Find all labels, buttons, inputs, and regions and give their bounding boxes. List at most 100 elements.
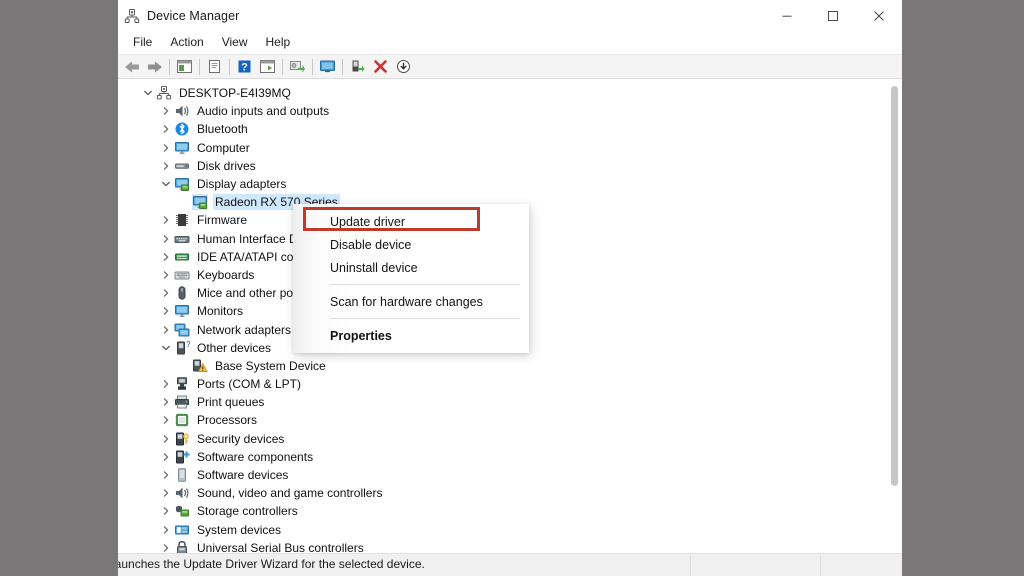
chevron-right-icon[interactable] <box>158 540 174 553</box>
system-device-icon <box>174 522 190 538</box>
chevron-right-icon[interactable] <box>158 503 174 519</box>
chevron-right-icon[interactable] <box>158 376 174 392</box>
tree-item[interactable]: Storage controllers <box>118 502 878 520</box>
context-menu-item[interactable]: Scan for hardware changes <box>293 290 529 313</box>
chevron-right-icon[interactable] <box>158 394 174 410</box>
speaker-icon <box>174 103 190 119</box>
tree-item[interactable]: Sound, video and game controllers <box>118 484 878 502</box>
tree-item[interactable]: Display adapters <box>118 175 878 193</box>
update-driver-icon[interactable] <box>286 56 309 78</box>
chevron-right-icon[interactable] <box>158 322 174 338</box>
context-menu-separator <box>330 318 520 319</box>
tree-item-label: Firmware <box>197 213 247 228</box>
uninstall-device-icon[interactable] <box>369 56 392 78</box>
chevron-right-icon[interactable] <box>158 431 174 447</box>
properties-icon[interactable] <box>203 56 226 78</box>
toolbar-separator <box>312 58 313 75</box>
title-bar[interactable]: Device Manager <box>118 0 902 31</box>
view-icon[interactable] <box>256 56 279 78</box>
tree-item[interactable]: Ports (COM & LPT) <box>118 375 878 393</box>
tree-item[interactable]: Bluetooth <box>118 120 878 138</box>
display-adapter-icon <box>174 176 190 192</box>
tree-item[interactable]: Print queues <box>118 393 878 411</box>
tree-item[interactable]: Processors <box>118 411 878 429</box>
menu-help[interactable]: Help <box>257 33 300 52</box>
tree-item-label: Keyboards <box>197 267 255 282</box>
keyboard-icon <box>174 267 190 283</box>
status-bar: Launches the Update Driver Wizard for th… <box>118 553 902 576</box>
tree-item[interactable]: Computer <box>118 139 878 157</box>
mouse-icon <box>174 285 190 301</box>
tree-item[interactable]: Universal Serial Bus controllers <box>118 539 878 553</box>
tree-item[interactable]: Base System Device <box>118 357 878 375</box>
enable-device-icon[interactable] <box>346 56 369 78</box>
chevron-right-icon[interactable] <box>158 121 174 137</box>
tree-item-label: Monitors <box>197 304 244 319</box>
processor-icon <box>174 412 190 428</box>
maximize-icon[interactable] <box>810 0 856 31</box>
context-menu-item[interactable]: Properties <box>293 324 529 347</box>
chevron-right-icon[interactable] <box>158 303 174 319</box>
context-menu-item[interactable]: Uninstall device <box>293 256 529 279</box>
chevron-right-icon[interactable] <box>158 285 174 301</box>
tree-item-label: Bluetooth <box>197 122 248 137</box>
menu-action[interactable]: Action <box>161 33 212 52</box>
tree-item-label: Print queues <box>197 395 265 410</box>
security-device-icon <box>174 431 190 447</box>
close-icon[interactable] <box>856 0 902 31</box>
tree-item[interactable]: Audio inputs and outputs <box>118 102 878 120</box>
chevron-right-icon[interactable] <box>158 449 174 465</box>
tree-item-label: Ports (COM & LPT) <box>197 377 302 392</box>
chevron-right-icon[interactable] <box>158 140 174 156</box>
context-menu-separator <box>330 284 520 285</box>
tree-item-label: Universal Serial Bus controllers <box>197 540 364 553</box>
chevron-right-icon[interactable] <box>158 212 174 228</box>
download-icon[interactable] <box>392 56 415 78</box>
chevron-right-icon[interactable] <box>158 412 174 428</box>
chevron-right-icon[interactable] <box>158 249 174 265</box>
context-menu-item[interactable]: Update driver <box>293 210 529 233</box>
menu-file[interactable]: File <box>124 33 161 52</box>
chevron-right-icon[interactable] <box>158 522 174 538</box>
vertical-scrollbar[interactable] <box>886 80 902 553</box>
svg-text:?: ? <box>186 340 190 349</box>
firmware-icon <box>174 212 190 228</box>
chevron-right-icon[interactable] <box>158 158 174 174</box>
tree-item[interactable]: Disk drives <box>118 157 878 175</box>
tree-item[interactable]: System devices <box>118 521 878 539</box>
chevron-right-icon[interactable] <box>158 103 174 119</box>
chevron-down-icon[interactable] <box>158 176 174 192</box>
tree-item-label: Audio inputs and outputs <box>197 104 330 119</box>
scan-for-hardware-changes-icon[interactable] <box>316 56 339 78</box>
show-hide-console-tree-icon[interactable] <box>173 56 196 78</box>
chevron-down-icon[interactable] <box>158 340 174 356</box>
bluetooth-icon <box>174 121 190 137</box>
tree-item[interactable]: DESKTOP-E4I39MQ <box>118 84 878 102</box>
chevron-down-icon[interactable] <box>140 85 156 101</box>
forward-icon[interactable] <box>143 56 166 78</box>
software-device-icon <box>174 467 190 483</box>
toolbar: ? <box>118 54 902 79</box>
monitor-icon <box>174 303 190 319</box>
tree-item[interactable]: Software devices <box>118 466 878 484</box>
chevron-right-icon[interactable] <box>158 231 174 247</box>
monitor-icon <box>174 140 190 156</box>
chevron-right-icon[interactable] <box>158 467 174 483</box>
tree-item[interactable]: Security devices <box>118 430 878 448</box>
tree-item[interactable]: Software components <box>118 448 878 466</box>
toolbar-separator <box>229 58 230 75</box>
back-icon[interactable] <box>120 56 143 78</box>
chevron-right-icon[interactable] <box>158 485 174 501</box>
menu-view[interactable]: View <box>213 33 257 52</box>
chevron-right-icon[interactable] <box>158 267 174 283</box>
hid-icon <box>174 231 190 247</box>
tree-item-label: Network adapters <box>197 322 292 337</box>
context-menu: Update driver Disable device Uninstall dev… <box>293 204 529 353</box>
help-icon[interactable]: ? <box>233 56 256 78</box>
svg-text:?: ? <box>241 62 248 74</box>
minimize-icon[interactable] <box>764 0 810 31</box>
scrollbar-thumb[interactable] <box>891 86 898 486</box>
context-menu-item[interactable]: Disable device <box>293 233 529 256</box>
storage-controller-icon <box>174 503 190 519</box>
